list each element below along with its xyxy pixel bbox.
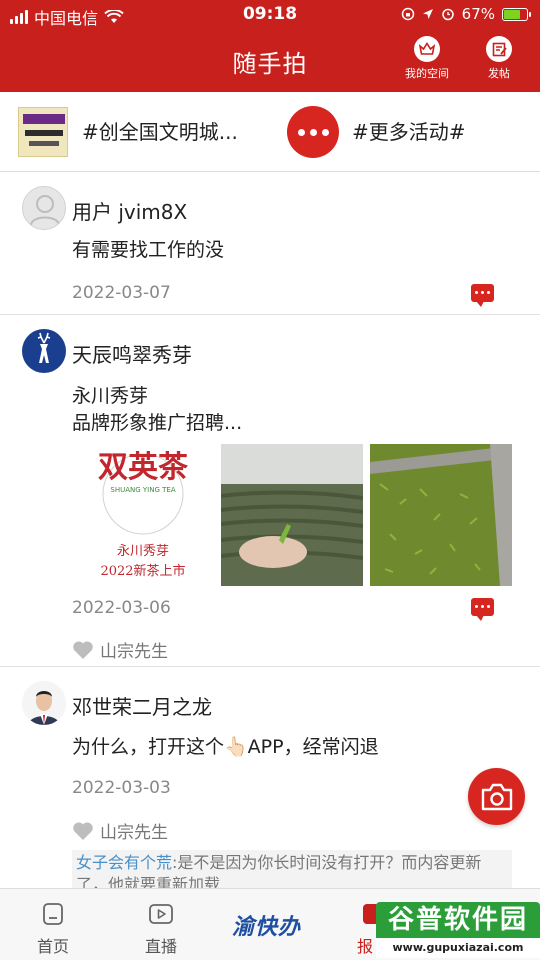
tea-caption-2: 2022新茶上市 — [100, 564, 186, 579]
post-image-tea-logo[interactable]: 双英茶 SHUANG YING TEA 永川秀芽 2022新茶上市 — [72, 444, 214, 586]
post-content-line-1[interactable]: 永川秀芽 — [72, 384, 148, 408]
topic-civilized-city[interactable]: #创全国文明城... — [82, 116, 238, 145]
edit-icon — [492, 42, 507, 56]
post-button[interactable]: 发帖 — [467, 36, 531, 81]
comment-icon[interactable] — [471, 284, 494, 307]
watermark-title: 谷普软件园 — [376, 902, 540, 938]
alarm-icon — [441, 8, 454, 21]
battery-icon — [502, 7, 531, 21]
like-row: 山宗先生 — [72, 818, 168, 843]
comment-icon[interactable] — [471, 598, 494, 621]
post-image-tea-leaves[interactable] — [370, 444, 512, 586]
battery-percent: 67% — [461, 5, 495, 23]
liked-by-name[interactable]: 山宗先生 — [100, 818, 168, 843]
my-space-button[interactable]: 我的空间 — [395, 36, 459, 81]
tab-yukuaiban-logo[interactable]: 渝快办 — [232, 909, 301, 941]
rotation-lock-icon — [401, 7, 414, 21]
watermark-url: www.gupuxiazai.com — [376, 938, 540, 958]
avatar[interactable] — [22, 329, 66, 373]
camera-icon — [481, 783, 512, 810]
home-icon — [43, 903, 63, 925]
heart-icon[interactable] — [72, 640, 94, 660]
tab-home-label: 首页 — [36, 937, 69, 956]
user-photo — [22, 681, 66, 725]
default-user-icon — [30, 195, 60, 226]
post-label: 发帖 — [488, 67, 510, 80]
play-icon — [149, 904, 173, 924]
like-row: 山宗先生 — [72, 637, 168, 662]
topic-more-activities[interactable]: #更多活动# — [352, 116, 466, 145]
tea-caption-1: 永川秀芽 — [116, 544, 169, 559]
camera-button[interactable] — [468, 768, 525, 825]
top-header: 中国电信 09:18 67% 随手拍 我的空间 发帖 — [0, 0, 540, 92]
tab-live-label: 直播 — [144, 937, 177, 956]
post-date: 2022-03-07 — [72, 283, 171, 303]
location-icon — [422, 9, 433, 19]
reply-author[interactable]: 女子会有个荒 — [76, 853, 172, 872]
tea-logo-text: 双英茶 — [98, 450, 188, 485]
post-username[interactable]: 邓世荣二月之龙 — [72, 691, 212, 720]
deer-logo-icon — [37, 332, 51, 363]
status-bar: 中国电信 09:18 67% — [0, 0, 540, 30]
post-date: 2022-03-06 — [72, 598, 171, 618]
post-username[interactable]: 天辰鸣翠秀芽 — [72, 339, 192, 368]
post-item[interactable]: 用户 jvim8X 有需要找工作的没 2022-03-07 — [0, 172, 540, 315]
dot-icon — [297, 128, 305, 136]
tea-leaves-photo — [370, 444, 512, 586]
post-content-line-2[interactable]: 品牌形象推广招聘... — [72, 411, 242, 435]
post-date: 2022-03-03 — [72, 778, 171, 798]
avatar[interactable] — [22, 681, 66, 725]
page-title: 随手拍 — [232, 50, 308, 78]
reply-comment[interactable]: 女子会有个荒:是不是因为你长时间没有打开？而内容更新了，他就要重新加载 — [72, 850, 512, 890]
liked-by-name[interactable]: 山宗先生 — [100, 637, 168, 662]
post-username[interactable]: 用户 jvim8X — [72, 196, 187, 225]
post-content[interactable]: 为什么，打开这个👆🏻APP，经常闪退 — [72, 735, 379, 759]
heart-icon[interactable] — [72, 821, 94, 841]
dot-icon — [309, 128, 317, 136]
tea-logo-subtext: SHUANG YING TEA — [110, 486, 176, 494]
avatar[interactable] — [22, 186, 66, 230]
topic-strip: #创全国文明城... #更多活动# — [0, 92, 540, 172]
watermark: 谷普软件园 www.gupuxiazai.com — [376, 902, 540, 960]
post-content[interactable]: 有需要找工作的没 — [72, 238, 224, 262]
post-item[interactable]: 邓世荣二月之龙 为什么，打开这个👆🏻APP，经常闪退 2022-03-03 山宗… — [0, 667, 540, 890]
my-space-label: 我的空间 — [405, 67, 449, 80]
tab-live[interactable]: 直播 — [131, 901, 191, 957]
post-image-tea-field[interactable] — [221, 444, 363, 586]
tea-field-photo — [221, 444, 363, 586]
post-item[interactable]: 天辰鸣翠秀芽 永川秀芽 品牌形象推广招聘... 双英茶 SHUANG YING … — [0, 315, 540, 667]
topic-thumbnail[interactable] — [18, 107, 68, 157]
more-activities-button[interactable] — [287, 106, 339, 158]
dot-icon — [321, 128, 329, 136]
crown-icon — [419, 42, 435, 55]
tab-home[interactable]: 首页 — [23, 901, 83, 957]
